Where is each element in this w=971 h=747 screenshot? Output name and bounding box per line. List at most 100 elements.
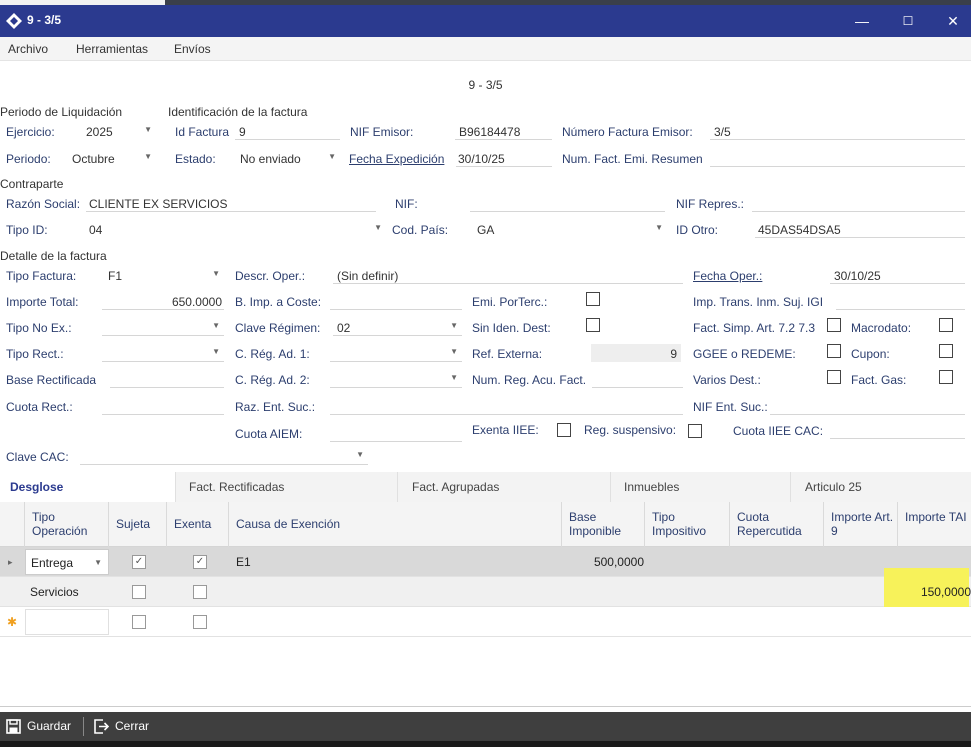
- taskbar-bottom: [0, 741, 971, 747]
- id-otro-field[interactable]: 45DAS54DSA5: [755, 220, 965, 238]
- num-factura-label: Número Factura Emisor:: [562, 125, 693, 139]
- chevron-down-icon: ▼: [655, 223, 663, 232]
- tab-desglose[interactable]: Desglose: [0, 472, 175, 502]
- invoice-window: 9 - 3/5 — ☐ ✕ Archivo Herramientas Envío…: [0, 0, 971, 747]
- num-reg-field[interactable]: [592, 370, 683, 388]
- id-factura-field[interactable]: 9: [235, 122, 340, 140]
- chevron-down-icon: ▼: [212, 347, 220, 356]
- raz-ent-label: Raz. Ent. Suc.:: [235, 400, 316, 414]
- nif-field[interactable]: [470, 194, 665, 212]
- menu-archivo[interactable]: Archivo: [8, 42, 48, 56]
- num-reg-label: Num. Reg. Acu. Fact.: [472, 373, 587, 387]
- maximize-button[interactable]: ☐: [893, 10, 923, 32]
- close-button[interactable]: ✕: [938, 10, 968, 32]
- estado-select[interactable]: No enviado ▼: [236, 149, 340, 167]
- tipo-operacion-new[interactable]: [25, 609, 109, 635]
- cuota-aiem-field[interactable]: [330, 424, 462, 442]
- table-row[interactable]: Servicios 150,0000: [0, 568, 971, 615]
- footer-toolbar: Guardar Cerrar: [0, 712, 971, 741]
- cuota-rect-field[interactable]: [102, 397, 224, 415]
- base-imponible-cell[interactable]: 500,0000: [561, 547, 644, 577]
- creg1-select[interactable]: ▼: [330, 344, 462, 362]
- exenta-checkbox[interactable]: [193, 585, 207, 599]
- bimp-coste-field[interactable]: [330, 292, 462, 310]
- fecha-expedicion-field[interactable]: 30/10/25: [456, 149, 552, 167]
- tab-inmuebles[interactable]: Inmuebles: [610, 472, 790, 502]
- menu-herramientas[interactable]: Herramientas: [76, 42, 148, 56]
- col-importe-tai[interactable]: Importe TAI: [897, 502, 971, 547]
- exenta-checkbox[interactable]: ✓: [193, 555, 207, 569]
- col-tipo-impositivo[interactable]: Tipo Impositivo: [644, 502, 729, 547]
- cerrar-button[interactable]: Cerrar: [94, 712, 164, 741]
- fact-simp-checkbox[interactable]: [827, 318, 841, 332]
- fecha-expedicion-link[interactable]: Fecha Expedición: [349, 152, 444, 166]
- varios-dest-checkbox[interactable]: [827, 370, 841, 384]
- cod-pais-select[interactable]: GA ▼: [473, 220, 665, 238]
- col-cuota-repercutida[interactable]: Cuota Repercutida: [729, 502, 823, 547]
- num-resumen-field[interactable]: [710, 149, 965, 167]
- creg2-select[interactable]: ▼: [330, 370, 462, 388]
- minimize-button[interactable]: —: [847, 10, 877, 32]
- tipo-noex-select[interactable]: ▼: [102, 318, 224, 336]
- nif-repres-field[interactable]: [752, 194, 965, 212]
- new-row[interactable]: ✱: [0, 607, 971, 637]
- ref-externa-field[interactable]: 9: [591, 344, 681, 362]
- clave-cac-select[interactable]: ▼: [80, 447, 368, 465]
- sujeta-checkbox[interactable]: ✓: [132, 555, 146, 569]
- cupon-checkbox[interactable]: [939, 344, 953, 358]
- fecha-oper-field[interactable]: 30/10/25: [830, 266, 965, 284]
- razon-social-field[interactable]: CLIENTE EX SERVICIOS: [86, 194, 376, 212]
- causa-exencion-cell[interactable]: E1: [236, 547, 251, 577]
- tipo-id-label: Tipo ID:: [6, 223, 48, 237]
- desglose-grid: Tipo Operación Sujeta Exenta Causa de Ex…: [0, 502, 971, 707]
- exenta-ieee-checkbox[interactable]: [557, 423, 571, 437]
- ejercicio-select[interactable]: 2025 ▼: [70, 122, 158, 140]
- ggee-checkbox[interactable]: [827, 344, 841, 358]
- fecha-oper-link[interactable]: Fecha Oper.:: [693, 269, 762, 283]
- tipo-operacion-select[interactable]: Entrega ▼: [25, 549, 109, 575]
- guardar-button[interactable]: Guardar: [6, 712, 76, 741]
- tab-fact-agrupadas[interactable]: Fact. Agrupadas: [397, 472, 610, 502]
- periodo-select[interactable]: Octubre ▼: [66, 149, 158, 167]
- num-factura-field[interactable]: 3/5: [710, 122, 965, 140]
- tipo-factura-select[interactable]: F1 ▼: [102, 266, 224, 284]
- col-base-imponible[interactable]: Base Imponible: [561, 502, 644, 547]
- col-sujeta[interactable]: Sujeta: [108, 502, 166, 547]
- table-row[interactable]: ▸ Entrega ▼ ✓ ✓ E1 500,0000: [0, 547, 971, 577]
- id-otro-value: 45DAS54DSA5: [758, 223, 841, 237]
- nif-ent-field[interactable]: [770, 397, 965, 415]
- fact-gas-checkbox[interactable]: [939, 370, 953, 384]
- col-importe-art9[interactable]: Importe Art. 9: [823, 502, 897, 547]
- col-tipo-operacion[interactable]: Tipo Operación: [24, 502, 108, 547]
- macrodato-checkbox[interactable]: [939, 318, 953, 332]
- imp-trans-field[interactable]: [836, 292, 965, 310]
- sujeta-checkbox[interactable]: [132, 615, 146, 629]
- importe-total-field[interactable]: 650.0000: [102, 292, 224, 310]
- emi-porterc-checkbox[interactable]: [586, 292, 600, 306]
- col-causa-exencion[interactable]: Causa de Exención: [228, 502, 561, 547]
- sujeta-checkbox[interactable]: [132, 585, 146, 599]
- descr-oper-field[interactable]: (Sin definir): [333, 266, 683, 284]
- menu-envios[interactable]: Envíos: [174, 42, 211, 56]
- tipo-id-select[interactable]: 04 ▼: [86, 220, 384, 238]
- clave-regimen-select[interactable]: 02 ▼: [333, 318, 462, 336]
- importe-tai-cell[interactable]: 150,0000: [897, 577, 971, 607]
- tab-fact-rectificadas[interactable]: Fact. Rectificadas: [175, 472, 397, 502]
- raz-ent-field[interactable]: [330, 397, 683, 415]
- tipo-rect-select[interactable]: ▼: [102, 344, 224, 362]
- col-exenta[interactable]: Exenta: [166, 502, 228, 547]
- ejercicio-label: Ejercicio:: [6, 125, 55, 139]
- tab-articulo-25[interactable]: Articulo 25: [790, 472, 971, 502]
- cupon-label: Cupon:: [851, 347, 890, 361]
- base-rect-field[interactable]: [110, 370, 224, 388]
- chevron-down-icon: ▼: [94, 558, 102, 567]
- sin-iden-checkbox[interactable]: [586, 318, 600, 332]
- nif-emisor-field[interactable]: B96184478: [455, 122, 552, 140]
- tipo-noex-label: Tipo No Ex.:: [6, 321, 72, 335]
- exenta-checkbox[interactable]: [193, 615, 207, 629]
- tipo-operacion-cell[interactable]: Servicios: [30, 577, 79, 607]
- emi-porterc-label: Emi. PorTerc.:: [472, 295, 548, 309]
- chevron-down-icon: ▼: [212, 321, 220, 330]
- reg-suspensivo-checkbox[interactable]: [688, 424, 702, 438]
- cuota-iiee-field[interactable]: [830, 421, 965, 439]
